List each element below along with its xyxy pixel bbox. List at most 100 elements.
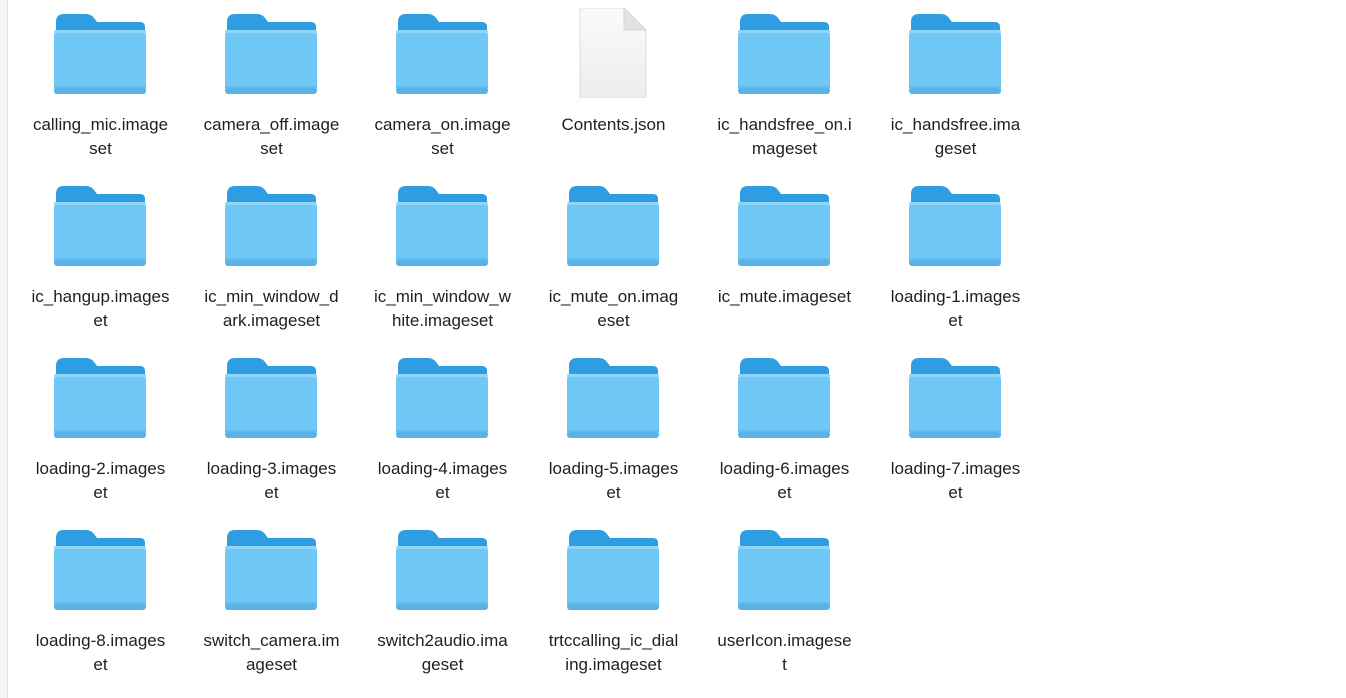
item-name-line-2: et: [948, 311, 963, 330]
item-name-line-1: Contents.json: [561, 115, 666, 134]
item-name-line-2: ing.imageset: [565, 655, 662, 674]
folder-icon[interactable]: [394, 524, 490, 614]
item-name-label: ic_min_window_d ark.imageset: [186, 285, 357, 333]
item-name-label: userIcon.imagese t: [699, 629, 870, 677]
item-name-line-2: set: [431, 139, 454, 158]
folder-icon[interactable]: [223, 352, 319, 442]
item-name-line-1: ic_mute_on.imag: [548, 287, 679, 306]
folder-item[interactable]: calling_mic.image set: [15, 0, 186, 172]
folder-item[interactable]: loading-3.images et: [186, 344, 357, 516]
item-name-label: calling_mic.image set: [15, 113, 186, 161]
item-name-label: loading-1.images et: [870, 285, 1041, 333]
item-name-line-1: loading-3.images: [206, 459, 337, 478]
item-name-line-2: et: [435, 483, 450, 502]
item-name-label: camera_on.image set: [357, 113, 528, 161]
folder-icon[interactable]: [736, 524, 832, 614]
file-icon-grid: calling_mic.image set camera_off.image s…: [15, 0, 1041, 688]
item-name-line-1: camera_off.image: [203, 115, 340, 134]
item-name-line-2: et: [948, 483, 963, 502]
folder-icon[interactable]: [52, 8, 148, 98]
item-name-label: loading-2.images et: [15, 457, 186, 505]
folder-item[interactable]: ic_hangup.images et: [15, 172, 186, 344]
folder-icon[interactable]: [907, 180, 1003, 270]
item-name-line-2: geset: [421, 655, 464, 674]
folder-icon[interactable]: [565, 180, 661, 270]
folder-icon[interactable]: [565, 352, 661, 442]
item-name-line-1: ic_handsfree_on.i: [717, 115, 852, 134]
item-name-line-1: ic_hangup.images: [31, 287, 170, 306]
item-name-line-2: ageset: [245, 655, 298, 674]
item-name-line-2: et: [777, 483, 792, 502]
item-name-line-2: hite.imageset: [391, 311, 494, 330]
folder-item[interactable]: loading-6.images et: [699, 344, 870, 516]
item-name-label: camera_off.image set: [186, 113, 357, 161]
folder-item[interactable]: loading-5.images et: [528, 344, 699, 516]
sidebar-edge: [0, 0, 8, 698]
item-name-label: ic_handsfree.ima geset: [870, 113, 1041, 161]
folder-item[interactable]: loading-2.images et: [15, 344, 186, 516]
item-name-line-1: switch2audio.ima: [377, 631, 508, 650]
item-name-line-2: set: [89, 139, 112, 158]
folder-item[interactable]: camera_on.image set: [357, 0, 528, 172]
item-name-line-1: loading-5.images: [548, 459, 679, 478]
folder-item[interactable]: ic_min_window_d ark.imageset: [186, 172, 357, 344]
item-name-line-1: switch_camera.im: [203, 631, 340, 650]
folder-icon[interactable]: [907, 8, 1003, 98]
item-name-line-1: calling_mic.image: [32, 115, 169, 134]
folder-icon[interactable]: [394, 8, 490, 98]
folder-icon[interactable]: [52, 180, 148, 270]
item-name-line-1: loading-2.images: [35, 459, 166, 478]
folder-icon[interactable]: [565, 524, 661, 614]
item-name-line-2: eset: [597, 311, 630, 330]
folder-item[interactable]: loading-1.images et: [870, 172, 1041, 344]
folder-icon[interactable]: [394, 352, 490, 442]
item-name-line-2: et: [93, 655, 108, 674]
folder-item[interactable]: ic_mute.imageset: [699, 172, 870, 344]
item-name-line-1: camera_on.image: [374, 115, 511, 134]
folder-icon[interactable]: [52, 524, 148, 614]
folder-item[interactable]: loading-8.images et: [15, 516, 186, 688]
json-document-icon[interactable]: [565, 8, 661, 98]
folder-item[interactable]: ic_mute_on.imag eset: [528, 172, 699, 344]
item-name-line-1: loading-1.images: [890, 287, 1021, 306]
item-name-line-1: ic_handsfree.ima: [890, 115, 1021, 134]
folder-icon[interactable]: [223, 8, 319, 98]
item-name-line-2: t: [782, 655, 787, 674]
item-name-line-1: ic_mute.imageset: [717, 287, 852, 306]
item-name-line-1: ic_min_window_w: [373, 287, 511, 306]
item-name-label: loading-8.images et: [15, 629, 186, 677]
folder-icon[interactable]: [52, 352, 148, 442]
item-name-line-2: ark.imageset: [222, 311, 321, 330]
folder-item[interactable]: ic_handsfree.ima geset: [870, 0, 1041, 172]
item-name-label: loading-3.images et: [186, 457, 357, 505]
folder-item[interactable]: loading-7.images et: [870, 344, 1041, 516]
folder-item[interactable]: loading-4.images et: [357, 344, 528, 516]
folder-icon[interactable]: [394, 180, 490, 270]
file-item[interactable]: Contents.json: [528, 0, 699, 172]
folder-icon[interactable]: [736, 180, 832, 270]
item-name-label: ic_hangup.images et: [15, 285, 186, 333]
folder-icon[interactable]: [736, 8, 832, 98]
folder-item[interactable]: switch_camera.im ageset: [186, 516, 357, 688]
item-name-label: loading-7.images et: [870, 457, 1041, 505]
item-name-line-1: loading-4.images: [377, 459, 508, 478]
folder-icon[interactable]: [223, 180, 319, 270]
item-name-line-2: et: [264, 483, 279, 502]
folder-icon[interactable]: [736, 352, 832, 442]
item-name-label: ic_mute.imageset: [699, 285, 870, 309]
item-name-label: loading-6.images et: [699, 457, 870, 505]
item-name-label: ic_mute_on.imag eset: [528, 285, 699, 333]
folder-item[interactable]: switch2audio.ima geset: [357, 516, 528, 688]
folder-item[interactable]: trtccalling_ic_dial ing.imageset: [528, 516, 699, 688]
folder-item[interactable]: ic_handsfree_on.i mageset: [699, 0, 870, 172]
item-name-line-2: set: [260, 139, 283, 158]
folder-item[interactable]: camera_off.image set: [186, 0, 357, 172]
item-name-line-1: loading-8.images: [35, 631, 166, 650]
item-name-line-2: mageset: [751, 139, 818, 158]
item-name-line-2: et: [93, 483, 108, 502]
folder-item[interactable]: ic_min_window_w hite.imageset: [357, 172, 528, 344]
folder-icon[interactable]: [223, 524, 319, 614]
folder-icon[interactable]: [907, 352, 1003, 442]
item-name-label: trtccalling_ic_dial ing.imageset: [528, 629, 699, 677]
folder-item[interactable]: userIcon.imagese t: [699, 516, 870, 688]
